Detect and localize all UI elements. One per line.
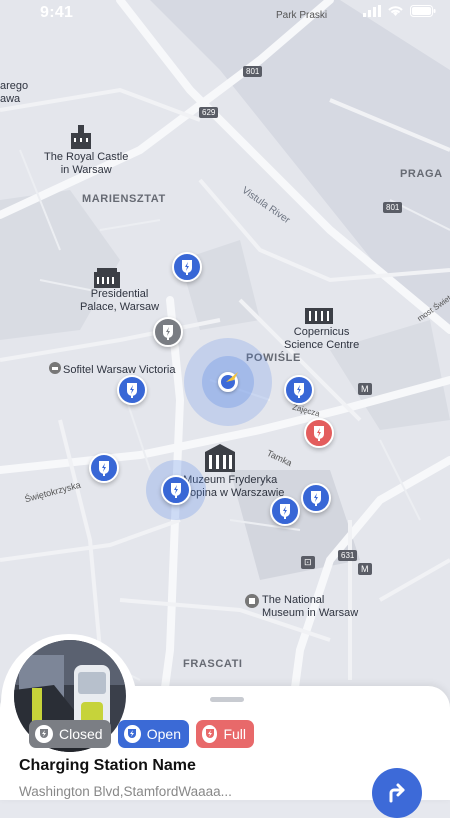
charging-plug-icon	[127, 383, 137, 398]
station-marker-open[interactable]	[301, 483, 331, 513]
station-marker-open[interactable]	[117, 375, 147, 405]
heading-icon	[226, 372, 238, 382]
status-chip-open[interactable]: Open	[118, 720, 189, 748]
station-marker-open[interactable]	[172, 252, 202, 282]
turn-right-arrow-icon	[389, 783, 405, 803]
metro-icon: M	[358, 383, 372, 395]
station-marker-open[interactable]	[284, 375, 314, 405]
station-name: Charging Station Name	[19, 757, 196, 774]
place-ogrod-label: arego awa	[0, 80, 29, 105]
plug-full-icon	[202, 725, 218, 743]
status-chip-closed[interactable]: Closed	[29, 720, 111, 748]
battery-icon	[410, 5, 436, 17]
road-number-badge: 801	[383, 202, 403, 213]
charging-plug-icon	[182, 260, 192, 275]
place-copernicus-label: Copernicus Science Centre	[284, 326, 360, 351]
station-marker-selected[interactable]	[161, 475, 191, 505]
status-chip-full[interactable]: Full	[196, 720, 254, 748]
metro-icon: M	[358, 563, 372, 575]
station-marker-open[interactable]	[89, 453, 119, 483]
wifi-icon	[388, 6, 403, 16]
charging-plug-icon	[311, 491, 321, 506]
status-icons	[363, 5, 436, 17]
station-marker-closed[interactable]	[153, 317, 183, 347]
plug-open-icon	[124, 725, 141, 743]
status-chip-full-label: Full	[223, 726, 246, 742]
district-mariensztat: MARIENSZTAT	[82, 193, 166, 205]
status-bar: 9:41 Park Praski	[0, 0, 450, 30]
road-number-badge: 801	[243, 66, 263, 77]
district-frascati: FRASCATI	[183, 658, 243, 670]
road-number-badge: 631	[338, 550, 358, 561]
station-marker-open[interactable]	[270, 496, 300, 526]
station-marker-full[interactable]	[304, 418, 334, 448]
charging-plug-icon	[163, 325, 173, 340]
science-centre-icon	[305, 308, 333, 324]
road-number-badge: 629	[199, 107, 219, 118]
status-location-label: Park Praski	[276, 10, 328, 21]
status-chip-open-label: Open	[146, 726, 181, 742]
place-sofitel-label: Sofitel Warsaw Victoria	[63, 364, 176, 376]
navigate-button[interactable]	[372, 768, 422, 818]
museum-icon	[205, 444, 235, 472]
district-praga: PRAGA	[400, 168, 443, 180]
signal-icon	[363, 5, 381, 17]
status-time: 9:41	[40, 4, 74, 21]
hotel-icon	[49, 362, 61, 374]
charging-plug-icon	[99, 461, 109, 476]
status-chip-closed-label: Closed	[59, 726, 103, 742]
place-royal-castle-label: The Royal Castle in Warsaw	[44, 151, 129, 176]
castle-icon	[71, 125, 91, 149]
place-national-museum-label: The National Museum in Warsaw	[262, 594, 359, 619]
charging-plug-icon	[280, 504, 290, 519]
charging-plug-icon	[294, 383, 304, 398]
charging-plug-icon	[314, 426, 324, 441]
sheet-drag-handle[interactable]	[210, 697, 244, 702]
charging-plug-icon	[171, 483, 181, 498]
palace-icon	[94, 268, 120, 288]
place-presidential-palace-label: Presidential Palace, Warsaw	[80, 288, 160, 313]
station-address: Washington Blvd,StamfordWaaaa...	[19, 784, 232, 799]
plug-closed-icon	[35, 725, 53, 743]
train-icon: ⊡	[301, 556, 315, 569]
museum-pin-icon	[245, 594, 259, 608]
